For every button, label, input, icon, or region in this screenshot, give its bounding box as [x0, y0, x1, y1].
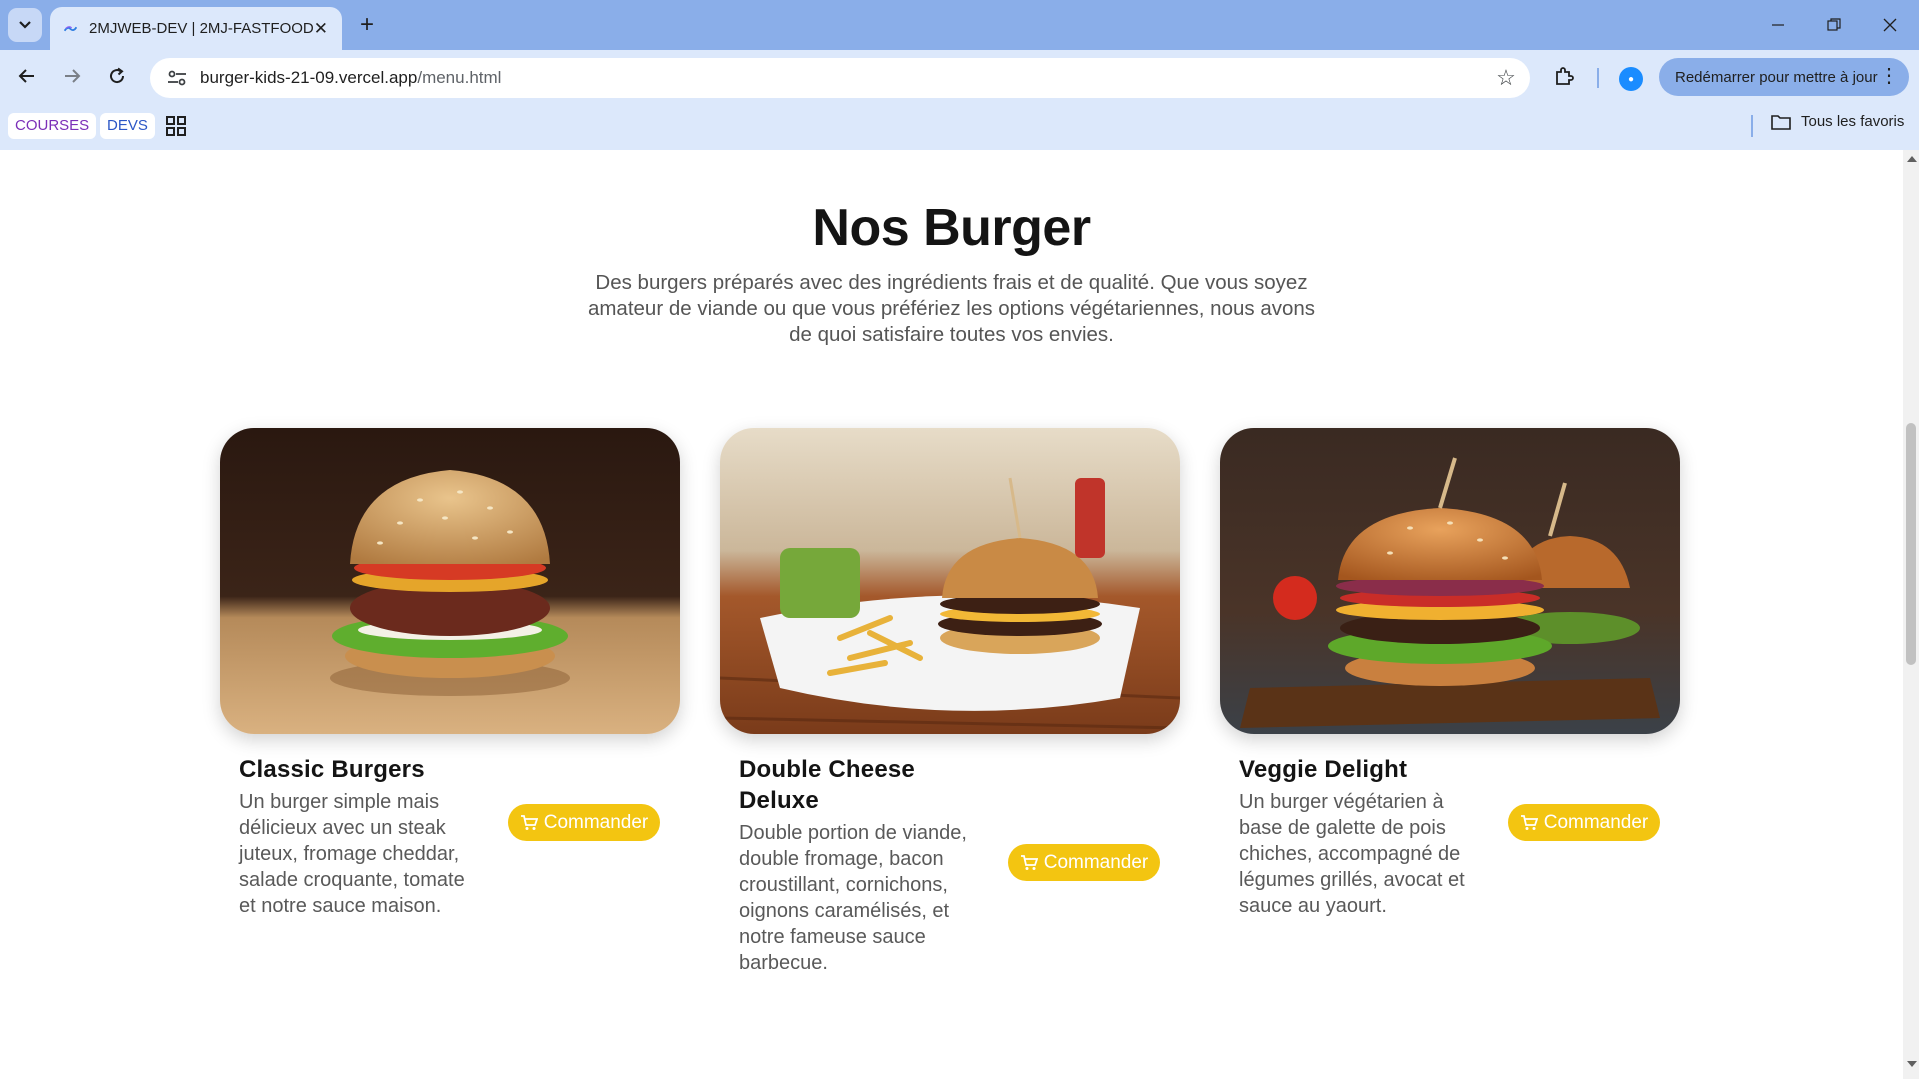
order-button-label: Commander [543, 811, 649, 833]
page-title: Nos Burger [812, 199, 1091, 257]
menu-card-veggie: Veggie Delight Un burger végétarien à ba… [1220, 428, 1680, 919]
order-button-label: Commander [1043, 851, 1149, 873]
card-description: Un burger simple mais délicieux avec un … [239, 791, 465, 917]
active-tab[interactable]: 2MJWEB-DEV | 2MJ-FASTFOOD ✕ [50, 7, 342, 50]
card-title: Double Cheese Deluxe [739, 756, 915, 814]
order-button[interactable]: Commander [1508, 804, 1660, 841]
close-icon[interactable]: ✕ [314, 19, 328, 39]
order-button-label: Commander [1543, 811, 1649, 833]
cart-icon [520, 814, 538, 830]
page-viewport: Nos Burger Des burgers préparés avec des… [0, 150, 1903, 1079]
reload-icon[interactable] [100, 59, 134, 93]
forward-arrow-icon[interactable] [55, 59, 89, 93]
menu-card-double-cheese: Double Cheese Deluxe Double portion de v… [720, 428, 1180, 976]
site-info-icon[interactable] [162, 63, 192, 93]
burger-image [220, 428, 680, 734]
all-bookmarks[interactable]: Tous les favoris [1771, 113, 1904, 130]
chevron-down-icon [19, 21, 31, 29]
extensions-icon[interactable] [1547, 59, 1581, 93]
url-host: burger-kids-21-09.vercel.app [200, 68, 418, 87]
vertical-scrollbar[interactable] [1903, 150, 1919, 1079]
intro-text: Des burgers préparés avec des ingrédient… [587, 271, 1316, 346]
bookmarks-bar: COURSES DEVS Tous les favoris [0, 101, 1919, 150]
cart-icon [1020, 854, 1038, 870]
apps-grid-icon[interactable] [165, 115, 187, 137]
more-vert-icon[interactable]: ⋮ [1879, 64, 1899, 88]
toolbar-divider [1597, 68, 1599, 88]
all-bookmarks-label: Tous les favoris [1801, 113, 1905, 130]
folder-icon [1771, 114, 1791, 130]
restore-icon[interactable] [1806, 0, 1862, 50]
bookmark-courses[interactable]: COURSES [8, 113, 97, 139]
card-body: Double Cheese Deluxe Double portion de v… [720, 754, 1180, 976]
profile-icon[interactable]: ● [1619, 67, 1643, 91]
back-arrow-icon[interactable] [10, 59, 44, 93]
card-description: Double portion de viande, double fromage… [739, 822, 967, 974]
card-body: Veggie Delight Un burger végétarien à ba… [1220, 754, 1680, 919]
card-title: Veggie Delight [1239, 756, 1408, 783]
menu-card-classic: Classic Burgers Un burger simple mais dé… [220, 428, 680, 919]
tab-title: 2MJWEB-DEV | 2MJ-FASTFOOD [89, 20, 314, 37]
browser-toolbar: burger-kids-21-09.vercel.app/menu.html ☆… [0, 50, 1919, 101]
update-button[interactable]: Redémarrer pour mettre à jour ⋮ [1659, 58, 1909, 96]
card-description: Un burger végétarien à base de galette d… [1239, 791, 1465, 917]
card-body: Classic Burgers Un burger simple mais dé… [220, 754, 680, 919]
plus-icon[interactable]: + [352, 10, 382, 40]
address-bar[interactable]: burger-kids-21-09.vercel.app/menu.html ☆ [150, 58, 1530, 98]
order-button[interactable]: Commander [1008, 844, 1160, 881]
scroll-thumb[interactable] [1906, 423, 1916, 665]
url-text[interactable]: burger-kids-21-09.vercel.app/menu.html [200, 68, 1486, 88]
burger-image [720, 428, 1180, 734]
tab-strip: 2MJWEB-DEV | 2MJ-FASTFOOD ✕ + [0, 0, 1919, 50]
burger-image [1220, 428, 1680, 734]
window-close-icon[interactable] [1862, 0, 1918, 50]
bookmarks-divider [1751, 115, 1753, 137]
tab-search-button[interactable] [8, 8, 42, 42]
order-button[interactable]: Commander [508, 804, 660, 841]
url-path: /menu.html [417, 68, 502, 87]
scroll-down-arrow-icon[interactable] [1907, 1061, 1917, 1067]
star-icon[interactable]: ☆ [1486, 58, 1526, 98]
cart-icon [1520, 814, 1538, 830]
update-button-label: Redémarrer pour mettre à jour [1675, 68, 1878, 86]
globe-favicon [64, 25, 77, 31]
bookmark-devs[interactable]: DEVS [100, 113, 155, 139]
card-title: Classic Burgers [239, 756, 425, 783]
scroll-up-arrow-icon[interactable] [1907, 156, 1917, 162]
minimize-icon[interactable] [1750, 0, 1806, 50]
